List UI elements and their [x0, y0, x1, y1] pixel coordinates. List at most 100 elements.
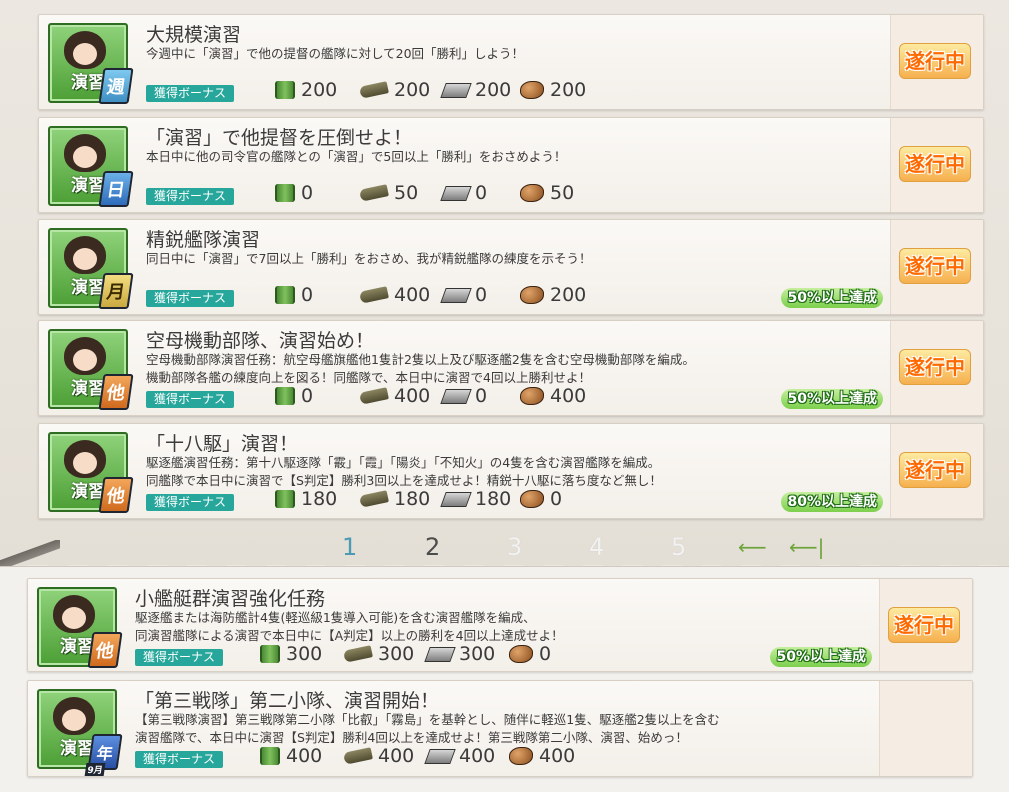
quest-description: 空母機動部隊演習任務：航空母艦旗艦他1隻計2隻以上及び駆逐艦2隻を含む空母機動部…: [146, 352, 695, 385]
page-5-button[interactable]: 5: [671, 530, 686, 564]
quest-card[interactable]: 演習 他 空母機動部隊、演習始め！ 空母機動部隊演習任務：航空母艦旗艦他1隻計2…: [38, 320, 984, 416]
fuel-icon: [260, 645, 280, 663]
quest-card[interactable]: 演習 月 精鋭艦隊演習 同日中に「演習」で7回以上「勝利」をおさめ、我が精鋭艦隊…: [38, 219, 984, 315]
bauxite-reward: 0: [520, 488, 562, 510]
page-2-button[interactable]: 2: [425, 530, 440, 564]
bauxite-reward: 200: [520, 79, 586, 101]
fuel-reward: 0: [275, 182, 313, 204]
status-area: [879, 681, 972, 776]
ammo-icon: [359, 490, 389, 508]
quest-card[interactable]: 演習 他 「十八駆」演習！ 駆逐艦演習任務：第十八駆逐隊「霰」「霞」「陽炎」「不…: [38, 423, 984, 519]
bauxite-reward: 0: [509, 643, 551, 665]
bauxite-reward: 400: [520, 385, 586, 407]
steel-reward: 180: [440, 488, 511, 510]
steel-icon: [440, 388, 472, 404]
fuel-reward: 180: [275, 488, 337, 510]
bauxite-icon: [520, 286, 544, 304]
progress-badge: 80%以上達成: [781, 492, 883, 512]
bonus-label: 獲得ボーナス: [146, 85, 235, 102]
quest-card[interactable]: 演習 年 9月 「第三戦隊」第二小隊、演習開始！ 【第三戦隊演習】第三戦隊第二小隊…: [27, 680, 973, 777]
bauxite-icon: [520, 184, 544, 202]
page-4-button[interactable]: 4: [589, 530, 604, 564]
last-page-arrow-icon[interactable]: ⟵|: [789, 530, 824, 564]
in-progress-badge[interactable]: 遂行中: [899, 349, 971, 385]
quest-description: 同日中に「演習」で7回以上「勝利」をおさめ、我が精鋭艦隊の練度を示そう！: [146, 251, 592, 266]
portrait-icon: [64, 440, 106, 478]
fuel-icon: [275, 490, 295, 508]
steel-icon: [424, 646, 456, 662]
in-progress-badge[interactable]: 遂行中: [899, 146, 971, 182]
fuel-icon: [275, 387, 295, 405]
steel-icon: [424, 748, 456, 764]
portrait-icon: [64, 236, 106, 274]
quest-title: 「演習」で他提督を圧倒せよ！: [146, 127, 413, 149]
quest-title: 「十八駆」演習！: [146, 433, 299, 455]
other-badge-icon: 他: [87, 632, 123, 668]
fuel-reward: 300: [260, 643, 322, 665]
steel-icon: [440, 491, 472, 507]
portrait-icon: [64, 134, 106, 172]
quest-card[interactable]: 演習 他 小艦艇群演習強化任務 駆逐艦または海防艦計4隻(軽巡級1隻導入可能)を…: [27, 578, 973, 672]
quest-description: 今週中に「演習」で他の提督の艦隊に対して20回「勝利」しよう！: [146, 46, 525, 61]
in-progress-badge[interactable]: 遂行中: [899, 43, 971, 79]
bonus-label: 獲得ボーナス: [146, 391, 235, 408]
quest-title: 精鋭艦隊演習: [146, 229, 261, 251]
quest-title: 小艦艇群演習強化任務: [135, 588, 326, 610]
quest-card[interactable]: 演習 日 「演習」で他提督を圧倒せよ！ 本日中に他の司令官の艦隊との「演習」で5…: [38, 117, 984, 213]
steel-icon: [440, 82, 472, 98]
bauxite-reward: 200: [520, 284, 586, 306]
other-badge-icon: 他: [98, 477, 134, 513]
bauxite-icon: [520, 490, 544, 508]
ammo-icon: [343, 645, 373, 663]
quest-card[interactable]: 演習 週 大規模演習 今週中に「演習」で他の提督の艦隊に対して20回「勝利」しよ…: [38, 14, 984, 110]
in-progress-badge[interactable]: 遂行中: [899, 248, 971, 284]
quest-title: 大規模演習: [146, 24, 242, 46]
pagination: 1 2 3 4 5 ⟵ ⟵|: [0, 530, 1009, 564]
quest-description: 駆逐艦演習任務：第十八駆逐隊「霰」「霞」「陽炎」「不知火」の4隻を含む演習艦隊を…: [146, 455, 662, 488]
quest-title: 空母機動部隊、演習始め！: [146, 330, 375, 352]
monthly-badge-icon: 月: [98, 273, 134, 309]
ammo-icon: [359, 286, 389, 304]
bonus-label: 獲得ボーナス: [146, 290, 235, 307]
fuel-reward: 200: [275, 79, 337, 101]
fuel-icon: [275, 184, 295, 202]
steel-reward: 0: [440, 182, 487, 204]
fuel-reward: 0: [275, 385, 313, 407]
bonus-label: 獲得ボーナス: [146, 494, 235, 511]
bauxite-reward: 400: [509, 745, 575, 767]
in-progress-badge[interactable]: 遂行中: [899, 452, 971, 488]
steel-reward: 0: [440, 284, 487, 306]
portrait-icon: [53, 697, 95, 735]
page-1-button[interactable]: 1: [342, 530, 357, 564]
fuel-reward: 400: [260, 745, 322, 767]
fuel-icon: [275, 81, 295, 99]
ammo-reward: 50: [359, 182, 418, 204]
bauxite-reward: 50: [520, 182, 574, 204]
daily-badge-icon: 日: [98, 171, 134, 207]
bonus-label: 獲得ボーナス: [146, 188, 235, 205]
portrait-icon: [64, 337, 106, 375]
ammo-icon: [359, 387, 389, 405]
ammo-icon: [359, 81, 389, 99]
ammo-reward: 400: [359, 284, 430, 306]
steel-reward: 300: [424, 643, 495, 665]
steel-reward: 400: [424, 745, 495, 767]
quest-description: 本日中に他の司令官の艦隊との「演習」で5回以上「勝利」をおさめよう！: [146, 149, 567, 164]
in-progress-badge[interactable]: 遂行中: [888, 607, 960, 643]
bauxite-icon: [509, 747, 533, 765]
progress-badge: 50%以上達成: [781, 389, 883, 409]
ammo-reward: 180: [359, 488, 430, 510]
quest-description: 【第三戦隊演習】第三戦隊第二小隊「比叡」「霧島」を基幹とし、随伴に軽巡1隻、駆逐…: [135, 712, 720, 745]
ammo-reward: 400: [343, 745, 414, 767]
page-3-button[interactable]: 3: [507, 530, 522, 564]
fuel-icon: [275, 286, 295, 304]
ammo-reward: 300: [343, 643, 414, 665]
quest-description: 駆逐艦または海防艦計4隻(軽巡級1隻導入可能)を含む演習艦隊を編成、 同演習艦隊に…: [135, 610, 564, 643]
bonus-label: 獲得ボーナス: [135, 649, 224, 666]
bonus-label: 獲得ボーナス: [135, 751, 224, 768]
fuel-reward: 0: [275, 284, 313, 306]
fuel-icon: [260, 747, 280, 765]
quest-title: 「第三戦隊」第二小隊、演習開始！: [135, 690, 440, 712]
next-page-arrow-icon[interactable]: ⟵: [738, 530, 767, 564]
progress-badge: 50%以上達成: [781, 288, 883, 308]
